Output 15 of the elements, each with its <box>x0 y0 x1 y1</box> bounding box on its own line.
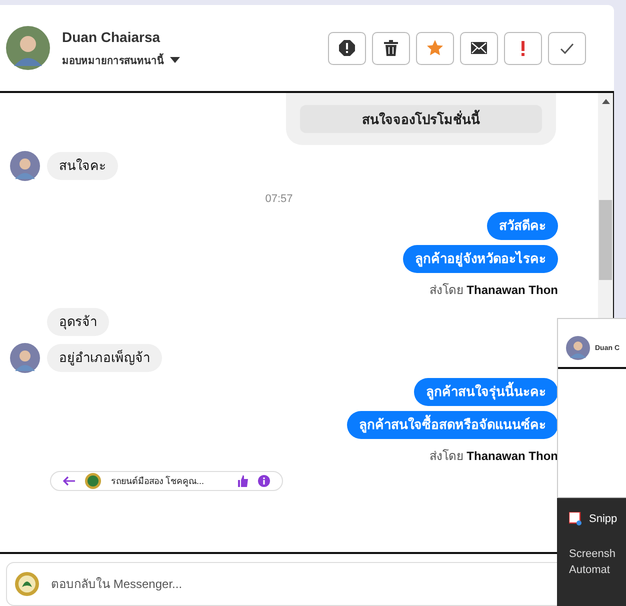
notification-text: Screensh <box>569 547 616 562</box>
app-name: Snipp <box>589 513 618 525</box>
contact-name: Duan Chaiarsa <box>62 28 162 44</box>
sender-note: ส่งโดย Thanawan Thon <box>429 448 558 465</box>
message-bubble: สนใจคะ <box>47 152 118 180</box>
message-bubble: ลูกค้าสนใจซื้อสดหรือจัดแนนซ์คะ <box>347 411 558 439</box>
timestamp: 07:57 <box>265 193 293 205</box>
message-bubble: อุดรจ้า <box>47 308 109 336</box>
message-bubble: ลูกค้าอยู่จังหวัดอะไรคะ <box>403 245 558 273</box>
sender-note: ส่งโดย Thanawan Thon <box>429 282 558 299</box>
notification-text: Automat <box>569 563 611 578</box>
message-bubble: อยู่อำเภอเพ็ญจ้า <box>47 344 162 372</box>
preview-title: รถยนต์มือสอง โชคคูณ... <box>111 474 204 488</box>
message-bubble: ลูกค้าสนใจรุ่นนี้นะคะ <box>414 378 558 406</box>
message-bubble: สวัสดีคะ <box>487 212 558 240</box>
